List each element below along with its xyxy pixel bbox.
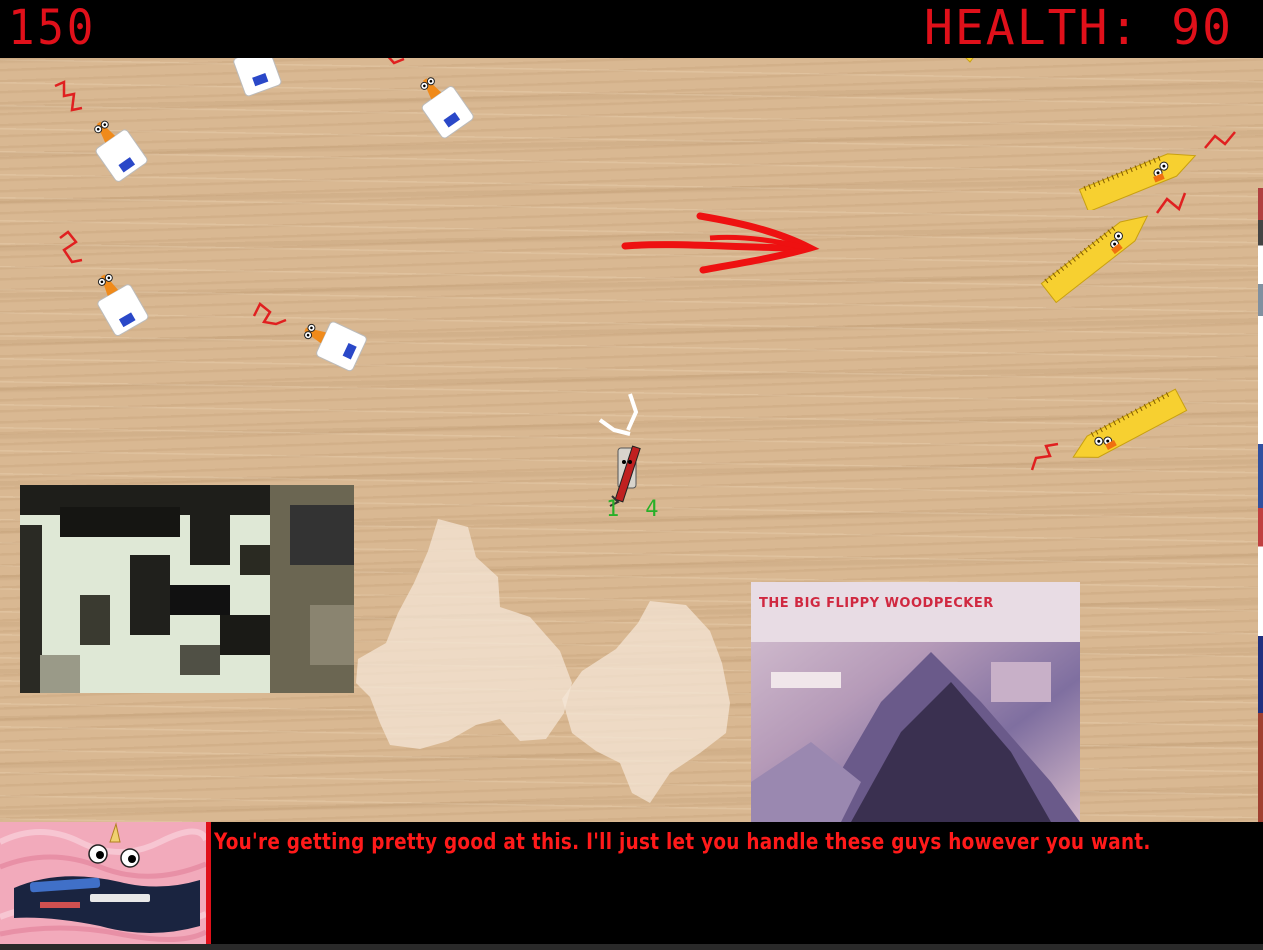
health-label: HEALTH: — [924, 0, 1141, 56]
direction-arrow — [621, 212, 820, 274]
health-value: 90 — [1171, 0, 1233, 56]
pencil-case-portrait — [0, 822, 211, 944]
glue-bottle-enemy[interactable] — [225, 58, 295, 106]
ruler-enemy[interactable] — [1035, 183, 1195, 303]
ruler-enemy[interactable] — [960, 58, 980, 66]
screen-edge-strip — [1258, 188, 1263, 822]
ruler-enemy[interactable] — [1028, 388, 1198, 488]
glue-bottle-enemy[interactable] — [252, 298, 377, 378]
dialog-box: You're getting pretty good at this. I'll… — [0, 822, 1263, 950]
bottom-edge — [0, 944, 1263, 950]
glue-bottle-enemy[interactable] — [380, 58, 480, 143]
glue-bottle-enemy[interactable] — [52, 230, 152, 345]
album-title-text: THE BIG FLIPPY WOODPECKER — [759, 596, 994, 611]
album-cover-tile: THE BIG FLIPPY WOODPECKER — [751, 582, 1080, 822]
health-display: HEALTH: 90 — [924, 2, 1233, 54]
hud-bar: 150 HEALTH: 90 — [0, 0, 1263, 58]
game-board[interactable]: 14 THE BIG FLIPPY WOODPECKER — [0, 58, 1263, 822]
score-counter: 150 — [8, 0, 97, 56]
pixelated-photo-tile — [20, 485, 354, 693]
glue-bottle-enemy[interactable] — [50, 78, 150, 188]
erased-trail — [356, 519, 730, 803]
dialog-message: You're getting pretty good at this. I'll… — [214, 830, 1151, 855]
